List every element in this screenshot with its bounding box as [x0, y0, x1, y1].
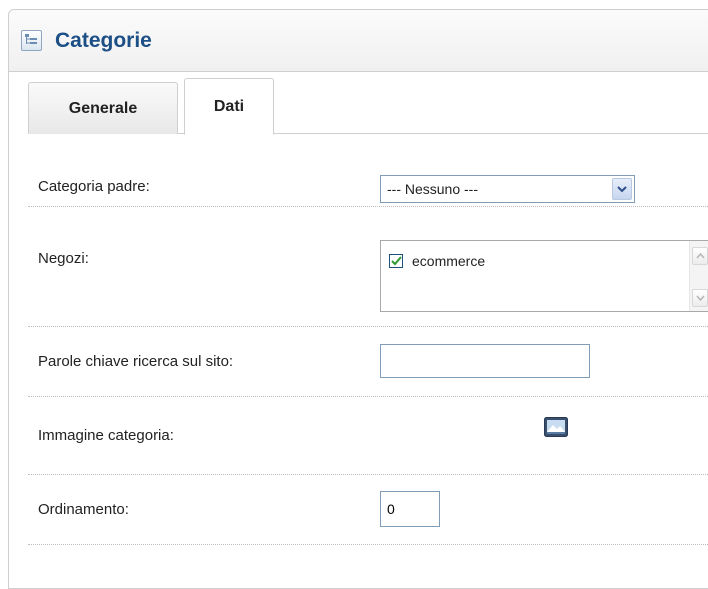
sort-order-label: Ordinamento:: [38, 501, 129, 518]
tab-dati[interactable]: Dati: [184, 78, 274, 135]
form-row-image: Immagine categoria:: [28, 397, 708, 475]
tab-label: Dati: [213, 97, 245, 115]
parent-category-value: --- Nessuno ---: [387, 181, 479, 197]
listbox-scrollbar[interactable]: [689, 241, 708, 311]
sort-order-input[interactable]: [380, 491, 440, 527]
parent-category-select[interactable]: --- Nessuno ---: [380, 175, 635, 203]
keywords-label: Parole chiave ricerca sul sito:: [38, 353, 234, 370]
page-title: Categorie: [55, 28, 152, 52]
form-row-keywords: Parole chiave ricerca sul sito:: [28, 327, 708, 397]
tab-generale[interactable]: Generale: [28, 82, 178, 134]
image-label: Immagine categoria:: [38, 427, 174, 444]
scroll-down-icon[interactable]: [692, 289, 708, 307]
parent-category-label: Categoria padre:: [38, 178, 150, 195]
scroll-up-icon[interactable]: [692, 247, 708, 265]
store-checkbox[interactable]: [389, 254, 403, 268]
tab-label: Generale: [68, 99, 138, 117]
stores-label: Negozi:: [38, 250, 89, 267]
panel-header: Categorie: [9, 10, 708, 72]
tab-bar: Generale Dati: [28, 78, 708, 135]
stores-listbox[interactable]: ecommerce: [380, 240, 708, 312]
form-row-stores: Negozi: ecommerce: [28, 207, 708, 327]
form-row-parent-category: Categoria padre: --- Nessuno ---: [28, 160, 708, 207]
store-option-label: ecommerce: [412, 253, 486, 269]
image-picker-icon[interactable]: [544, 417, 568, 440]
store-option-ecommerce[interactable]: ecommerce: [389, 253, 485, 269]
chevron-down-icon[interactable]: [612, 178, 632, 200]
keywords-input[interactable]: [380, 344, 590, 378]
form-row-sort-order: Ordinamento:: [28, 475, 708, 545]
category-tree-icon: [21, 30, 42, 51]
